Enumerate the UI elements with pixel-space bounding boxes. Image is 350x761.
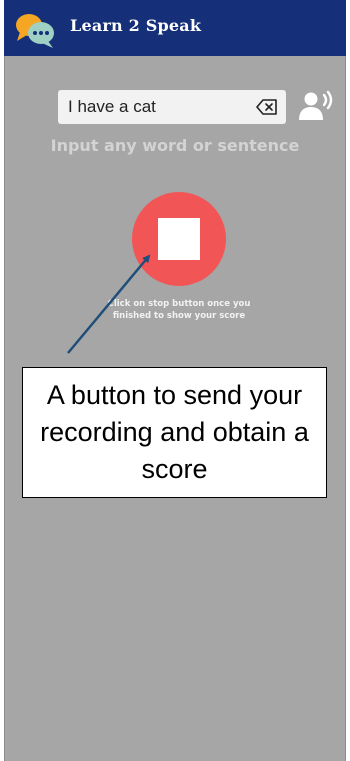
text-input[interactable]: I have a cat: [58, 90, 286, 124]
annotation-callout: A button to send your recording and obta…: [22, 367, 327, 498]
text-input-value[interactable]: I have a cat: [68, 90, 156, 124]
speech-bubbles-icon: [16, 14, 54, 48]
stop-icon: [158, 218, 200, 260]
stop-instruction: Click on stop button once you finished t…: [107, 299, 251, 321]
app-title: Learn 2 Speak: [70, 16, 202, 35]
app-header: Learn 2 Speak: [4, 0, 346, 56]
input-hint: Input any word or sentence: [50, 136, 300, 155]
stop-recording-button[interactable]: [132, 192, 226, 286]
speaker-audio-icon[interactable]: [298, 90, 334, 122]
backspace-clear-icon[interactable]: [256, 98, 278, 116]
callout-text: A button to send your recording and obta…: [40, 380, 309, 484]
